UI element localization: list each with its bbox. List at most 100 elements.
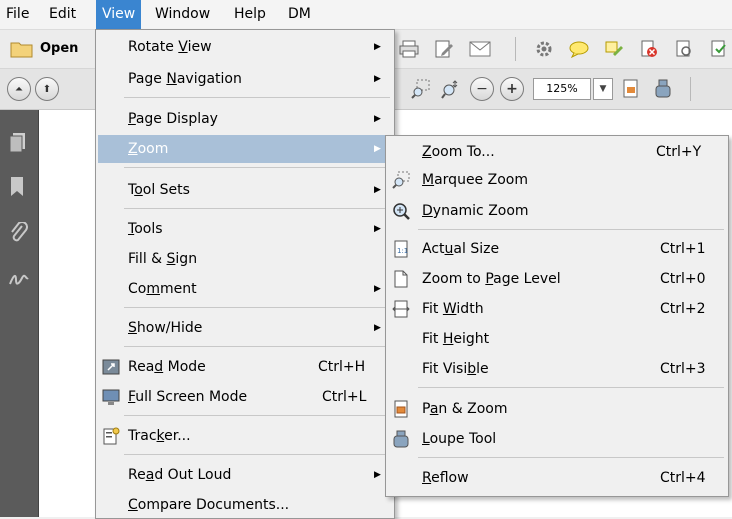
highlight-icon[interactable] <box>603 39 625 59</box>
zoom-menu-item-pan-zoom[interactable]: Pan & Zoom <box>386 395 728 423</box>
menu-window[interactable]: Window <box>149 0 216 29</box>
label-pre: Fill & <box>128 251 167 267</box>
open-button[interactable]: Open <box>40 39 78 59</box>
svg-text:1:1: 1:1 <box>397 247 408 255</box>
menu-edit[interactable]: Edit <box>43 0 82 29</box>
page-extract-icon[interactable] <box>673 39 695 59</box>
page-check-icon[interactable] <box>708 39 730 59</box>
zoom-menu-item-loupe-tool[interactable]: Loupe Tool <box>386 425 728 453</box>
menu-separator <box>418 229 724 230</box>
label-mnemonic: o <box>134 182 143 198</box>
dynamic-zoom-tool-icon[interactable] <box>440 78 462 100</box>
view-menu-item-tool-sets[interactable]: Tool Sets ▶ <box>96 176 394 204</box>
submenu-arrow-icon: ▶ <box>374 74 381 84</box>
zoom-dropdown-chevron-icon[interactable]: ▼ <box>593 78 613 100</box>
view-menu-item-comment[interactable]: Comment ▶ <box>96 275 394 303</box>
view-menu-item-zoom[interactable]: Zoom ▶ <box>98 135 392 163</box>
view-menu-item-rotate-view[interactable]: Rotate View ▶ <box>96 33 394 61</box>
label-post: age Display <box>135 111 218 127</box>
label-mnemonic: D <box>422 203 433 219</box>
zoom-level-input[interactable]: 125% <box>533 78 591 100</box>
full-screen-icon <box>102 388 120 406</box>
previous-page-icon[interactable]: ⬆ <box>35 77 59 101</box>
tracker-icon <box>102 427 120 445</box>
label-mnemonic: N <box>166 71 177 87</box>
label-mnemonic: C <box>128 497 138 513</box>
label-post: ull Screen Mode <box>135 389 248 405</box>
menu-dm[interactable]: DM <box>282 0 317 29</box>
view-menu-item-fill-sign[interactable]: Fill & Sign <box>96 245 394 273</box>
zoom-menu-item-zoom-to[interactable]: Zoom To... Ctrl+Y <box>386 138 728 166</box>
label-mnemonic: R <box>422 470 432 486</box>
shortcut-label: Ctrl+Y <box>656 144 702 160</box>
view-menu-item-page-display[interactable]: Page Display ▶ <box>96 105 394 133</box>
actual-size-icon: 1:1 <box>392 240 410 258</box>
gear-icon[interactable] <box>533 39 555 59</box>
menu-file[interactable]: File <box>0 0 35 29</box>
page-thumbnails-icon[interactable] <box>8 132 28 159</box>
left-navigation-panel <box>0 110 38 517</box>
email-icon[interactable] <box>468 39 492 59</box>
zoom-menu-item-reflow[interactable]: Reflow Ctrl+4 <box>386 464 728 492</box>
view-menu-item-show-hide[interactable]: Show/Hide ▶ <box>96 314 394 342</box>
label-post: ools <box>134 221 163 237</box>
loupe-tool-icon-toolbar[interactable] <box>652 78 674 100</box>
menu-bar: File Edit View Window Help DM <box>0 0 732 30</box>
label-post: eflow <box>431 470 469 486</box>
zoom-menu-item-fit-visible[interactable]: Fit Visible Ctrl+3 <box>386 355 728 383</box>
label-post: age Level <box>493 271 561 287</box>
bookmarks-icon[interactable] <box>8 176 26 203</box>
label-post: avigation <box>176 71 242 87</box>
menu-help[interactable]: Help <box>228 0 272 29</box>
zoom-menu-item-fit-height[interactable]: Fit Height <box>386 325 728 353</box>
label-pre: Fit <box>422 301 443 317</box>
label-mnemonic: H <box>442 331 454 347</box>
pan-zoom-icon <box>392 400 410 418</box>
shortcut-label: Ctrl+3 <box>660 361 706 377</box>
zoom-menu-item-zoom-to-page-level[interactable]: Zoom to Page Level Ctrl+0 <box>386 265 728 293</box>
submenu-arrow-icon: ▶ <box>374 323 381 333</box>
signatures-icon[interactable] <box>8 270 30 293</box>
label-pre: Page <box>128 71 167 87</box>
view-menu: Rotate View ▶ Page Navigation ▶ Page Dis… <box>95 29 395 519</box>
zoom-menu-item-dynamic-zoom[interactable]: Dynamic Zoom <box>386 197 728 225</box>
view-menu-item-compare-documents[interactable]: Compare Documents... <box>96 491 394 519</box>
print-icon[interactable] <box>398 39 420 59</box>
menu-separator <box>124 346 390 347</box>
menu-view[interactable]: View <box>96 0 142 29</box>
zoom-submenu: Zoom To... Ctrl+Y Marquee Zoom Dynamic Z… <box>385 135 729 497</box>
submenu-arrow-icon: ▶ <box>374 224 381 234</box>
first-page-icon[interactable]: ⏶ <box>7 77 31 101</box>
label-post: arquee Zoom <box>434 172 528 188</box>
shortcut-label: Ctrl+L <box>322 389 367 405</box>
marquee-zoom-tool-icon[interactable] <box>410 78 432 100</box>
label-mnemonic: L <box>422 431 430 447</box>
label-post: oom To... <box>431 144 495 160</box>
attachments-icon[interactable] <box>8 221 28 249</box>
open-folder-icon[interactable] <box>10 39 34 59</box>
label-pre: Rea <box>128 359 155 375</box>
view-menu-item-page-navigation[interactable]: Page Navigation ▶ <box>96 65 394 93</box>
view-menu-item-full-screen-mode[interactable]: Full Screen Mode Ctrl+L <box>96 383 394 411</box>
label-pre: Fit Visi <box>422 361 468 377</box>
comment-icon[interactable] <box>568 39 590 59</box>
edit-document-icon[interactable] <box>433 39 455 59</box>
zoom-in-icon[interactable]: + <box>500 77 524 101</box>
zoom-menu-item-actual-size[interactable]: 1:1 Actual Size Ctrl+1 <box>386 235 728 263</box>
view-menu-item-tracker[interactable]: Tracker... <box>96 422 394 450</box>
label-post: idth <box>456 301 484 317</box>
label-pre: Trac <box>128 428 157 444</box>
fit-width-icon <box>392 300 410 318</box>
delete-page-icon[interactable] <box>638 39 660 59</box>
pan-zoom-tool-icon[interactable] <box>620 78 642 100</box>
zoom-menu-item-fit-width[interactable]: Fit Width Ctrl+2 <box>386 295 728 323</box>
label-mnemonic: b <box>467 361 477 377</box>
view-menu-item-tools[interactable]: Tools ▶ <box>96 215 394 243</box>
label-mnemonic: k <box>156 428 165 444</box>
submenu-arrow-icon: ▶ <box>374 185 381 195</box>
label-post: ol Sets <box>142 182 190 198</box>
zoom-menu-item-marquee-zoom[interactable]: Marquee Zoom <box>386 166 728 194</box>
view-menu-item-read-mode[interactable]: Read Mode Ctrl+H <box>96 353 394 381</box>
zoom-out-icon[interactable]: − <box>470 77 494 101</box>
view-menu-item-read-out-loud[interactable]: Read Out Loud ▶ <box>96 461 394 489</box>
